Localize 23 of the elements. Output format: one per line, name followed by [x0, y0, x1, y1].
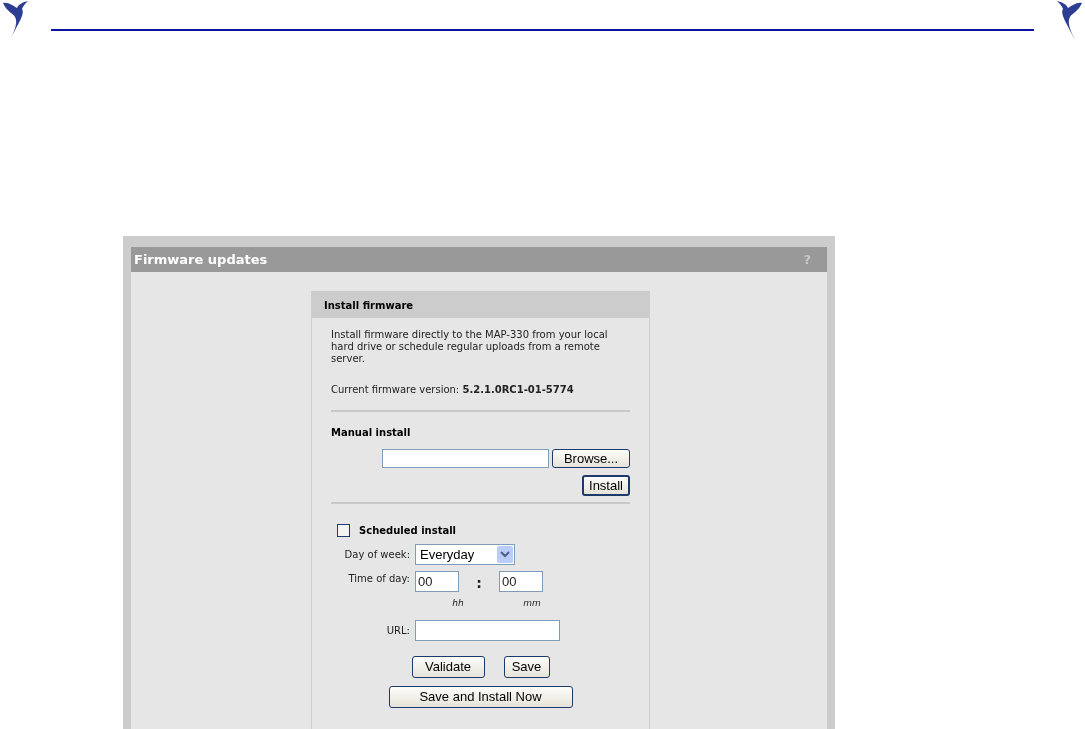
- panel-title: Firmware updates: [134, 250, 268, 269]
- scheduled-install-label: Scheduled install: [359, 524, 457, 538]
- url-label: URL:: [385, 623, 410, 638]
- minute-field[interactable]: 00: [499, 571, 543, 592]
- time-separator: :: [475, 574, 483, 593]
- day-of-week-select[interactable]: Everyday: [415, 544, 515, 565]
- firmware-version-text: Current firmware version: 5.2.1.0RC1-01-5774: [331, 383, 575, 397]
- install-button[interactable]: Install: [582, 475, 630, 496]
- scheduled-install-checkbox[interactable]: [337, 524, 350, 537]
- hour-field[interactable]: 00: [415, 571, 459, 592]
- time-of-day-label: Time of day:: [347, 572, 410, 586]
- browse-button[interactable]: Browse...: [552, 449, 630, 468]
- url-field[interactable]: [415, 619, 560, 641]
- manual-install-heading: Manual install: [331, 426, 412, 440]
- file-path-field[interactable]: [382, 449, 549, 468]
- hours-hint: hh: [451, 597, 465, 610]
- save-button[interactable]: Save: [503, 655, 550, 678]
- save-and-install-button[interactable]: Save and Install Now: [388, 685, 573, 708]
- day-of-week-label: Day of week:: [343, 548, 410, 562]
- card-title: Install firmware: [324, 298, 414, 313]
- validate-button[interactable]: Validate: [411, 655, 485, 678]
- intro-text: Install firmware directly to the MAP-330 from your local hard drive or schedule regular uploads from a remote server.: [331, 329, 609, 365]
- minutes-hint: mm: [522, 597, 542, 610]
